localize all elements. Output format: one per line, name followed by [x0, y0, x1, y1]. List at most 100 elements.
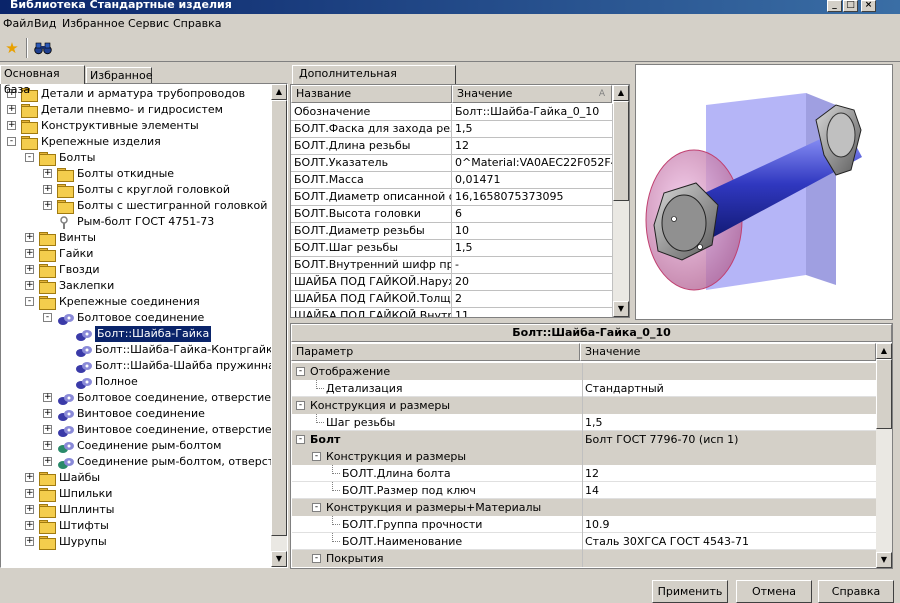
expand-icon[interactable]: + — [25, 233, 34, 242]
collapse-icon[interactable]: - — [296, 435, 305, 444]
tree-item[interactable]: - Болты — [1, 150, 271, 166]
param-value-cell[interactable]: 10.9 — [582, 516, 876, 533]
close-button[interactable]: × — [861, 0, 876, 12]
expand-icon[interactable]: + — [43, 425, 52, 434]
menu-help[interactable]: Справка — [173, 17, 221, 30]
tree-item[interactable]: + Заклепки — [1, 278, 271, 294]
collapse-icon[interactable]: - — [25, 153, 34, 162]
add-to-favorites-button[interactable]: ★ — [1, 37, 23, 59]
param-col-name[interactable]: Параметр — [291, 343, 580, 361]
param-row[interactable]: БОЛТ.Группа прочности 10.9 — [292, 516, 876, 533]
tree-item[interactable]: + Соединение рым-болтом — [1, 438, 271, 454]
tree-item[interactable]: - Крепежные изделия — [1, 134, 271, 150]
tree-item[interactable]: Болт::Шайба-Шайба пружинная-Гайка — [1, 358, 287, 374]
expand-icon[interactable]: + — [43, 201, 52, 210]
param-group-row[interactable]: - Покрытия — [292, 550, 876, 567]
tree-item[interactable]: + Шплинты — [1, 502, 271, 518]
tab-additional-info[interactable]: Дополнительная информация — [292, 65, 456, 96]
tree-item[interactable]: - Крепежные соединения — [1, 294, 271, 310]
param-group-row[interactable]: - Конструкция и размеры — [292, 448, 876, 465]
menu-file[interactable]: Файл — [3, 17, 33, 30]
tree-item[interactable]: + Конструктивные элементы — [1, 118, 271, 134]
collapse-icon[interactable]: - — [296, 367, 305, 376]
info-col-name[interactable]: Название — [291, 85, 452, 103]
tree-item[interactable]: + Болты с круглой головкой — [1, 182, 271, 198]
expand-icon[interactable]: + — [43, 457, 52, 466]
collapse-icon[interactable]: - — [312, 452, 321, 461]
catalog-tree[interactable]: +Детали и арматура трубопроводов+Детали … — [0, 83, 288, 568]
param-row[interactable]: БОЛТ.Длина болта 12 — [292, 465, 876, 482]
tree-item[interactable]: + Болты с шестигранной головкой — [1, 198, 271, 214]
expand-icon[interactable]: + — [7, 121, 16, 130]
search-button[interactable] — [32, 37, 54, 59]
param-value-cell[interactable]: Стандартный — [582, 380, 876, 397]
tree-item[interactable]: Болт::Шайба-Гайка — [1, 326, 271, 342]
param-scroll-up-button[interactable]: ▲ — [876, 343, 892, 359]
expand-icon[interactable]: + — [25, 489, 34, 498]
expand-icon[interactable]: + — [43, 185, 52, 194]
tree-item[interactable]: Полное — [1, 374, 271, 390]
expand-icon[interactable]: + — [43, 169, 52, 178]
param-row[interactable]: БОЛТ.Наименование Сталь 30ХГСА ГОСТ 4543-… — [292, 533, 876, 550]
collapse-icon[interactable]: - — [7, 137, 16, 146]
tree-scrollbar[interactable]: ▲ ▼ — [271, 84, 287, 567]
collapse-icon[interactable]: - — [296, 401, 305, 410]
info-scrollbar[interactable]: ▲ ▼ — [613, 85, 629, 317]
collapse-icon[interactable]: - — [312, 554, 321, 563]
tree-scroll-thumb[interactable] — [271, 100, 287, 536]
tree-item[interactable]: + Винты — [1, 230, 271, 246]
tree-item[interactable]: + Болтовое соединение, отверстие — [1, 390, 271, 406]
param-value-cell[interactable]: Сталь 30ХГСА ГОСТ 4543-71 — [582, 533, 876, 550]
expand-icon[interactable]: + — [43, 409, 52, 418]
param-row[interactable]: БОЛТ.Размер под ключ 14 — [292, 482, 876, 499]
collapse-icon[interactable]: - — [25, 297, 34, 306]
info-scroll-up-button[interactable]: ▲ — [613, 85, 629, 101]
info-scroll-thumb[interactable] — [613, 101, 629, 201]
expand-icon[interactable]: + — [25, 265, 34, 274]
tree-scroll-up-button[interactable]: ▲ — [271, 84, 287, 100]
info-col-value[interactable]: Значение A — [452, 85, 612, 103]
param-value-cell[interactable]: 12 — [582, 465, 876, 482]
expand-icon[interactable]: + — [25, 249, 34, 258]
tree-item[interactable]: +Детали и арматура трубопроводов — [1, 86, 271, 102]
tree-item[interactable]: - Болтовое соединение — [1, 310, 271, 326]
tab-main-base[interactable]: Основная база — [0, 65, 85, 96]
tree-item[interactable]: + Гвозди — [1, 262, 271, 278]
info-scroll-down-button[interactable]: ▼ — [613, 301, 629, 317]
menu-service[interactable]: Сервис — [128, 17, 169, 30]
param-row[interactable]: Шаг резьбы 1,5 — [292, 414, 876, 431]
expand-icon[interactable]: + — [25, 521, 34, 530]
expand-icon[interactable]: + — [43, 393, 52, 402]
cancel-button[interactable]: Отмена — [736, 580, 812, 603]
tree-item[interactable]: + Винтовое соединение — [1, 406, 271, 422]
expand-icon[interactable]: + — [25, 473, 34, 482]
tree-item[interactable]: + Винтовое соединение, отверстие — [1, 422, 272, 438]
tree-item[interactable]: Болт::Шайба-Гайка-Контргайка — [1, 342, 279, 358]
param-group-row[interactable]: - Конструкция и размеры+Материалы — [292, 499, 876, 516]
param-row[interactable]: Детализация Стандартный — [292, 380, 876, 397]
param-col-value[interactable]: Значение — [580, 343, 876, 361]
tree-item[interactable]: + Штифты — [1, 518, 271, 534]
expand-icon[interactable]: + — [25, 505, 34, 514]
tree-scroll-down-button[interactable]: ▼ — [271, 551, 287, 567]
tree-item[interactable]: + Гайки — [1, 246, 271, 262]
help-button[interactable]: Справка — [818, 580, 894, 603]
tree-item[interactable]: + Болты откидные — [1, 166, 271, 182]
expand-icon[interactable]: + — [43, 441, 52, 450]
param-group-row[interactable]: - Конструкция и размеры — [292, 397, 876, 414]
tree-item[interactable]: + Шпильки — [1, 486, 271, 502]
menu-view[interactable]: Вид — [34, 17, 56, 30]
maximize-button[interactable]: □ — [843, 0, 858, 12]
expand-icon[interactable]: + — [7, 105, 16, 114]
tree-item[interactable]: + Соединение рым-болтом, отверстие — [1, 454, 287, 470]
param-scroll-thumb[interactable] — [876, 359, 892, 429]
collapse-icon[interactable]: - — [312, 503, 321, 512]
expand-icon[interactable]: + — [25, 281, 34, 290]
expand-icon[interactable]: + — [25, 537, 34, 546]
collapse-icon[interactable]: - — [43, 313, 52, 322]
param-value-cell[interactable]: 14 — [582, 482, 876, 499]
apply-button[interactable]: Применить — [652, 580, 728, 603]
param-group-row[interactable]: - Болт Болт ГОСТ 7796-70 (исп 1) — [292, 431, 876, 448]
param-value-cell[interactable]: 1,5 — [582, 414, 876, 431]
menu-favorites[interactable]: Избранное — [62, 17, 124, 30]
